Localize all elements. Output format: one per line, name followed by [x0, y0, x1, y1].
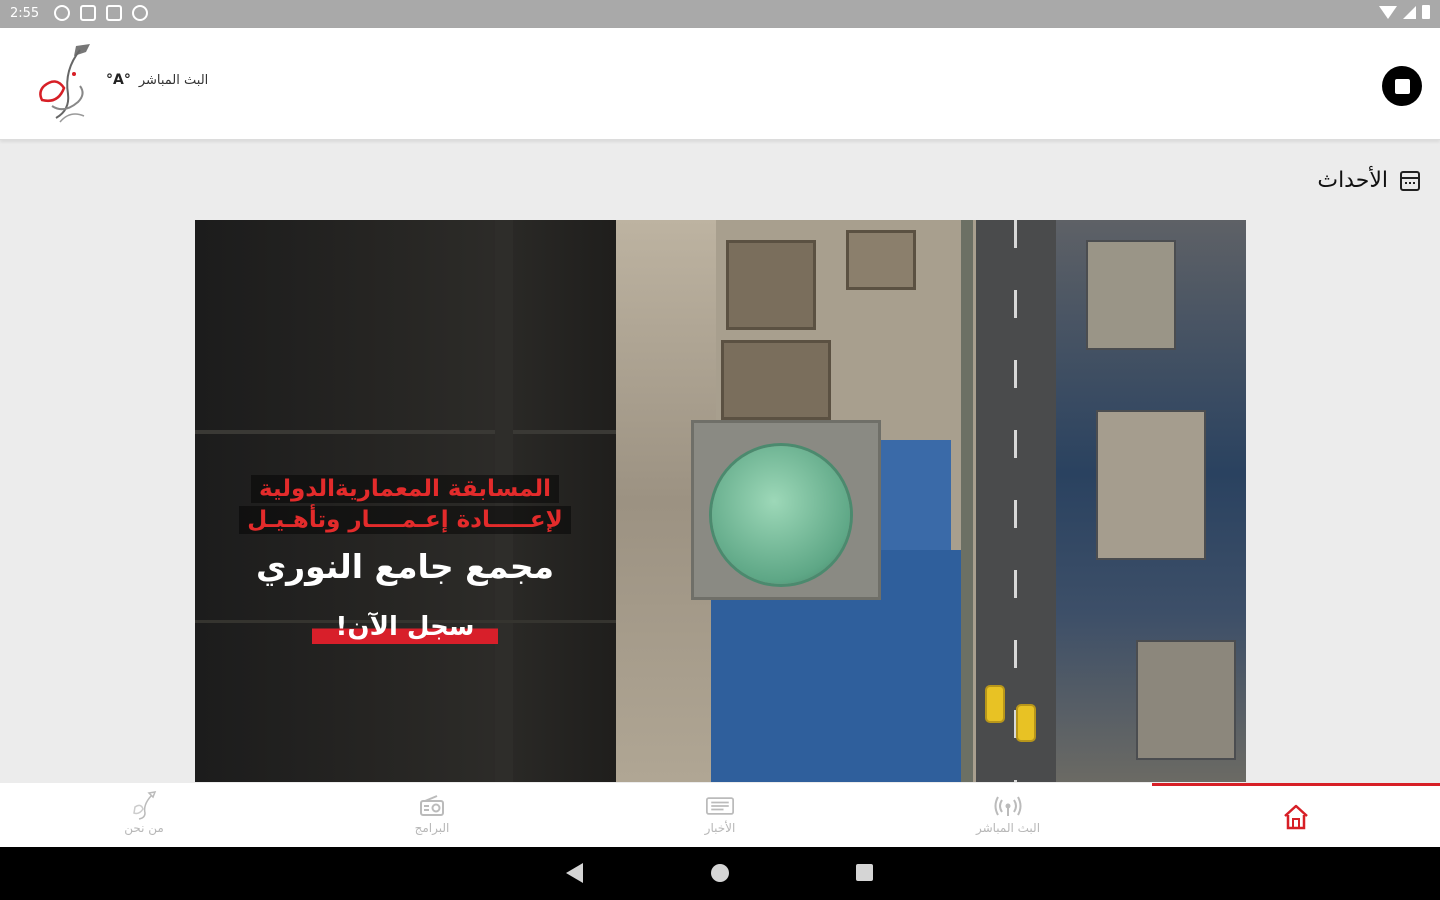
- nav-label: البرامج: [414, 821, 450, 835]
- about-logo-icon: [130, 791, 158, 820]
- news-icon: [706, 795, 734, 817]
- event-banner[interactable]: المسابقة المعماريةالدولية لإعـــــادة إع…: [195, 220, 1246, 782]
- system-navigation-bar: [0, 847, 1440, 900]
- nav-news[interactable]: الأخبار: [576, 783, 864, 847]
- notification-icon: [80, 5, 96, 21]
- banner-text: المسابقة المعماريةالدولية لإعـــــادة إع…: [225, 475, 585, 644]
- banner-line-2: لإعـــــادة إعـمــــار وتأهـيـل: [239, 506, 571, 534]
- battery-icon: [1422, 5, 1430, 19]
- wifi-icon: [1379, 5, 1397, 19]
- nav-label: الأخبار: [704, 821, 736, 835]
- broadcast-icon: [994, 795, 1022, 817]
- banner-line-1: المسابقة المعماريةالدولية: [250, 475, 559, 503]
- sd-card-icon: [106, 5, 122, 21]
- stop-button[interactable]: [1382, 66, 1422, 106]
- section-heading: الأحداث: [1317, 168, 1420, 193]
- bottom-navigation: من نحن البرامج الأخبار البث المباشر: [0, 783, 1440, 847]
- car: [985, 685, 1005, 723]
- section-title: الأحداث: [1317, 168, 1388, 193]
- nav-about[interactable]: من نحن: [0, 783, 288, 847]
- notification-icons: [54, 5, 148, 21]
- register-now-cta[interactable]: سجل الآن!: [311, 612, 499, 644]
- car: [1016, 704, 1036, 742]
- status-time: 2:55: [10, 6, 40, 21]
- notification-icon: [54, 5, 70, 21]
- status-bar: 2:55: [0, 0, 1440, 28]
- nav-label: البث المباشر: [975, 821, 1041, 835]
- station-logo: [39, 44, 90, 123]
- home-icon: [1282, 804, 1310, 829]
- radio-icon: [418, 795, 446, 817]
- live-label: البث المباشر: [138, 72, 209, 88]
- nav-live[interactable]: البث المباشر: [864, 783, 1152, 847]
- banner-aerial-photo: [616, 220, 1246, 782]
- home-button[interactable]: [711, 864, 729, 882]
- dome: [712, 446, 850, 584]
- stop-icon: [1394, 78, 1410, 94]
- live-broadcast-badge[interactable]: °A° البث المباشر: [106, 72, 208, 88]
- banner-main-title: مجمع جامع النوري: [255, 547, 555, 586]
- nav-label: من نحن: [124, 821, 164, 835]
- notification-icon: [132, 5, 148, 21]
- nav-home[interactable]: [1152, 783, 1440, 847]
- recent-apps-button[interactable]: [856, 864, 873, 881]
- broadcast-icon: °A°: [106, 72, 131, 88]
- signal-icon: [1403, 5, 1416, 19]
- app-header: °A° البث المباشر: [0, 28, 1440, 140]
- system-indicators: [1379, 5, 1430, 19]
- nav-programs[interactable]: البرامج: [288, 783, 576, 847]
- calendar-icon: [1400, 170, 1420, 191]
- back-button[interactable]: [566, 863, 583, 883]
